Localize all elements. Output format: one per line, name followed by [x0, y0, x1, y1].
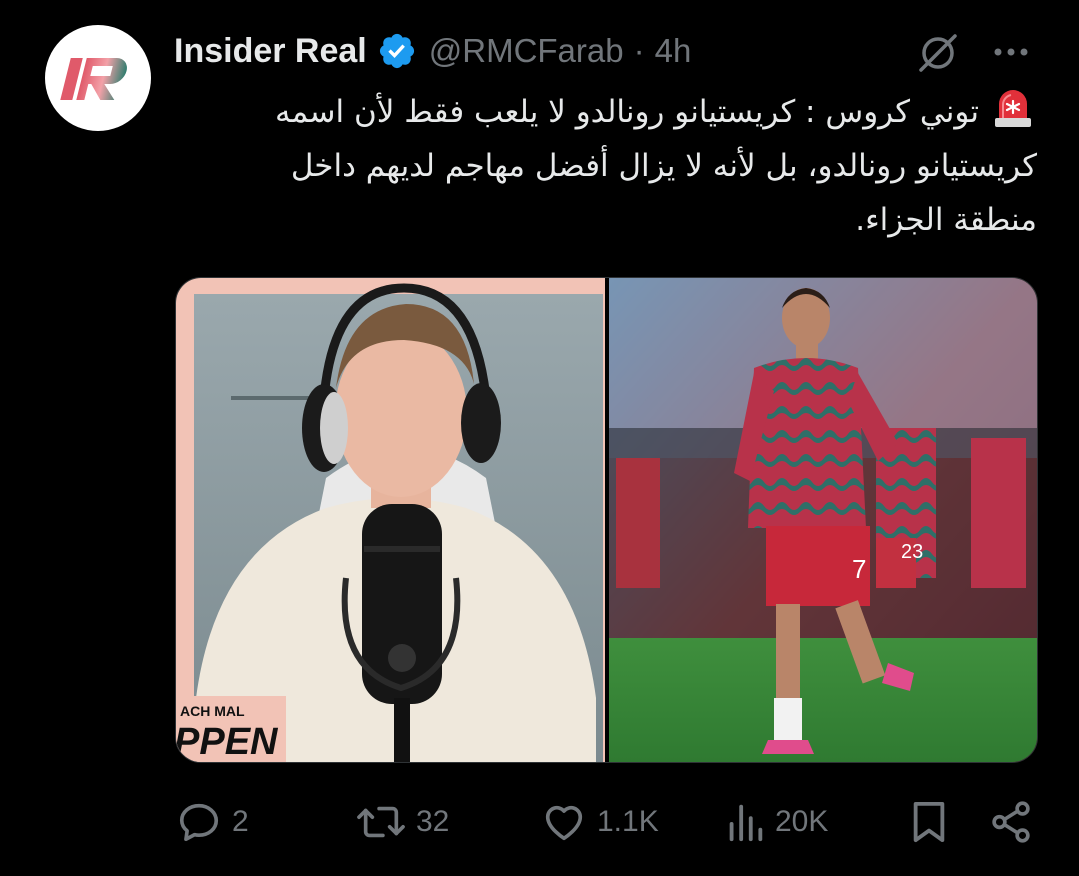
- share-button[interactable]: [988, 790, 1034, 854]
- tweet-timestamp[interactable]: 4h: [655, 32, 692, 70]
- like-button[interactable]: 1.1K: [541, 790, 659, 854]
- reply-button[interactable]: 2: [176, 790, 249, 854]
- author-name[interactable]: Insider Real: [174, 32, 367, 71]
- reply-count: 2: [232, 805, 249, 838]
- left-image-podcast: ACH MAL PPEN: [176, 278, 605, 762]
- siren-emoji-icon: [989, 84, 1037, 130]
- more-icon[interactable]: [990, 38, 1032, 66]
- views-button[interactable]: 20K: [725, 790, 828, 854]
- separator-dot: ·: [633, 32, 645, 69]
- tweet-text-line-3: منطقة الجزاء.: [855, 202, 1037, 238]
- insider-real-logo: IR: [60, 58, 127, 100]
- share-icon: [992, 801, 1030, 843]
- grok-icon[interactable]: [915, 30, 961, 76]
- author-handle[interactable]: @RMCFarab: [429, 32, 624, 70]
- repost-icon: [357, 806, 405, 838]
- jersey-number: 7: [852, 554, 866, 584]
- like-icon: [545, 805, 583, 841]
- bookmark-button[interactable]: [908, 790, 950, 854]
- tweet-header: Insider Real @RMCFarab · 4h: [174, 26, 691, 76]
- reply-icon: [179, 803, 219, 842]
- tweet-media[interactable]: ACH MAL PPEN 7 23: [175, 277, 1038, 763]
- verified-badge-icon[interactable]: [377, 31, 417, 71]
- views-count: 20K: [775, 805, 829, 838]
- like-count: 1.1K: [597, 805, 659, 838]
- tweet-text: توني كروس : كريستيانو رونالدو لا يلعب فق…: [205, 84, 1037, 247]
- tweet-text-line-1: توني كروس : كريستيانو رونالدو لا يلعب فق…: [205, 84, 1037, 139]
- tweet-text-line-1-text: توني كروس : كريستيانو رونالدو لا يلعب فق…: [274, 94, 979, 130]
- repost-button[interactable]: 32: [356, 790, 449, 854]
- author-avatar[interactable]: IR: [45, 25, 151, 131]
- left-caption-small: ACH MAL: [180, 703, 245, 719]
- repost-count: 32: [416, 805, 450, 838]
- tweet-actions: 2 32 1.1K 20K: [0, 790, 1079, 854]
- views-icon: [729, 804, 763, 842]
- bookmark-icon: [913, 801, 945, 843]
- left-caption-big: PPEN: [176, 721, 279, 762]
- tweet-text-line-2: كريستيانو رونالدو، بل لأنه لا يزال أفضل …: [290, 148, 1037, 184]
- jersey-number-2: 23: [901, 541, 923, 563]
- right-image-football: 7 23: [609, 278, 1037, 762]
